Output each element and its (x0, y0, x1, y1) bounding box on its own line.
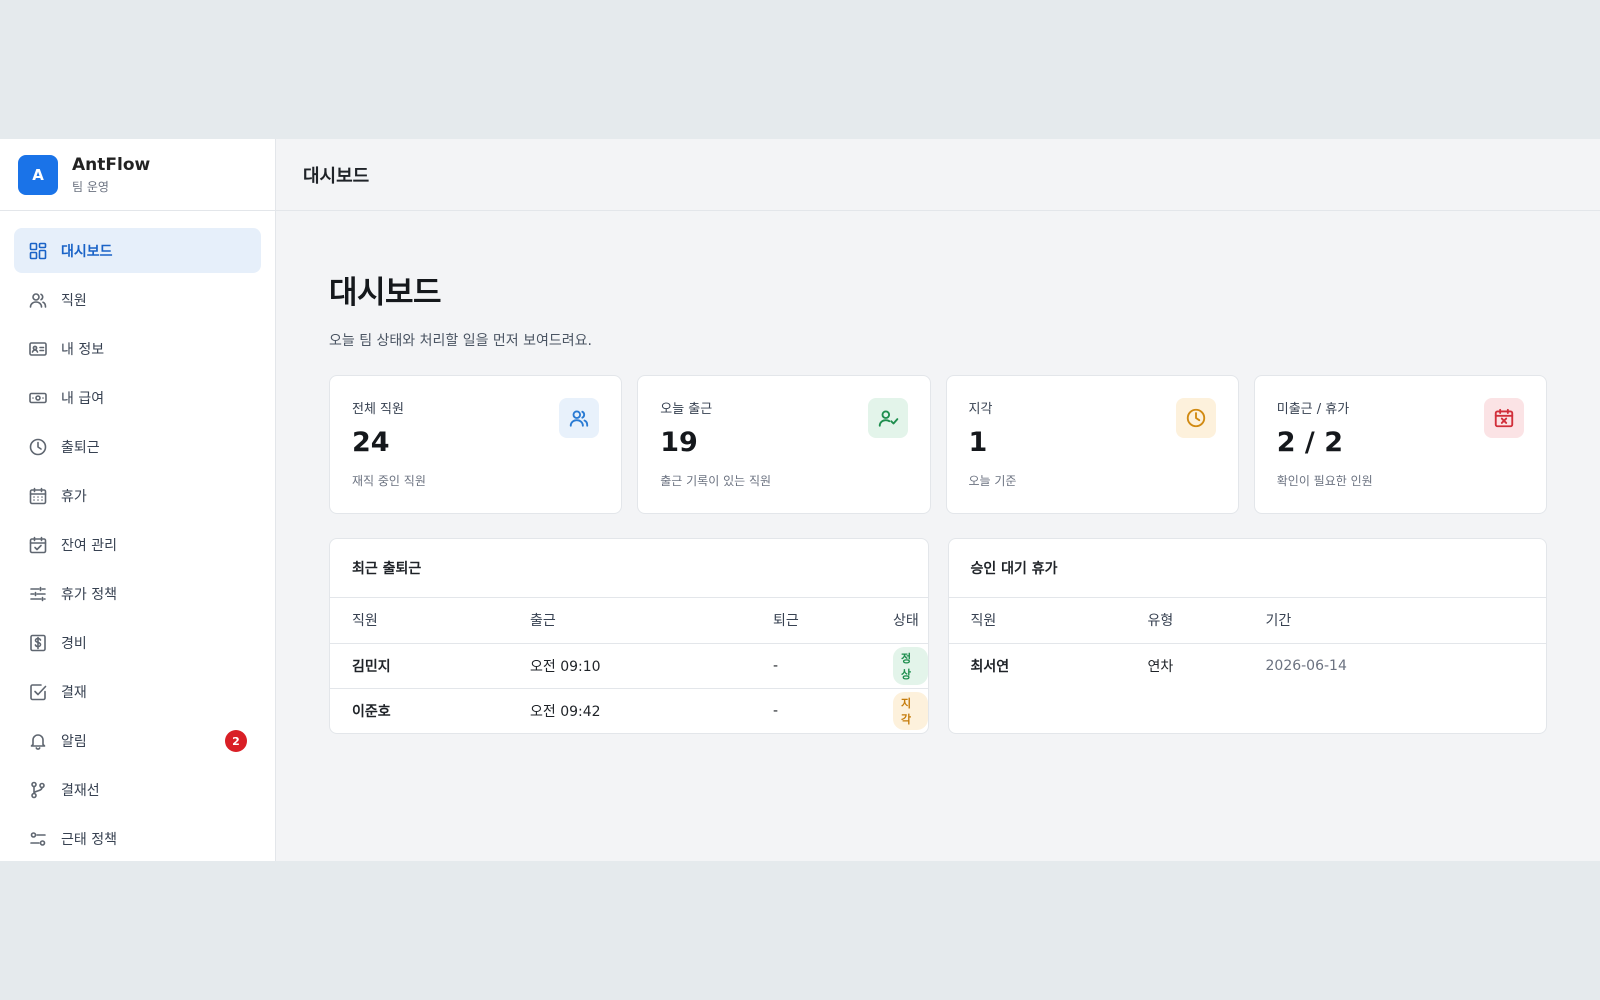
branch-icon (28, 780, 48, 800)
notification-count-badge: 2 (225, 730, 247, 752)
sidebar-item-label: 근태 정책 (61, 831, 117, 848)
stat-card-subtext: 출근 기록이 있는 직원 (660, 474, 772, 488)
dashboard-icon (28, 241, 48, 261)
recent-attendance-table: 직원 출근 퇴근 상태 김민지 오전 09:10 - 정상 이준호 오전 09:… (330, 598, 928, 733)
column-header: 상태 (871, 598, 928, 644)
status-cell: 지각 (871, 688, 928, 733)
brand-subtitle: 팀 운영 (72, 179, 109, 194)
tables-row: 최근 출퇴근 직원 출근 퇴근 상태 김민지 오전 09:10 - 정상 이준호… (329, 538, 1547, 734)
column-header: 퇴근 (751, 598, 871, 644)
pending-leave-table: 직원 유형 기간 최서연 연차 2026-06-14 (948, 598, 1547, 688)
brand-name: AntFlow (72, 154, 151, 175)
dollar-icon (28, 633, 48, 653)
table-row[interactable]: 최서연 연차 2026-06-14 (949, 643, 1547, 688)
table-row[interactable]: 김민지 오전 09:10 - 정상 (330, 643, 928, 689)
sidebar-item-label: 대시보드 (61, 243, 113, 260)
sidebar-item-label: 휴가 (61, 488, 87, 505)
toggle-icon (28, 829, 48, 849)
column-header: 유형 (1125, 598, 1244, 644)
sidebar-item-expense[interactable]: 경비 (14, 620, 261, 665)
clock-in-time: 오전 09:42 (530, 703, 601, 720)
dashboard-content: 대시보드 오늘 팀 상태와 처리할 일을 먼저 보여드려요. 전체 직원 24 … (276, 211, 1600, 734)
leave-period: 2026-06-14 (1265, 657, 1347, 674)
stat-card-subtext: 재직 중인 직원 (352, 474, 426, 488)
sidebar-item-label: 직원 (61, 292, 87, 309)
column-header: 기간 (1243, 598, 1546, 644)
brand-logo: A (18, 154, 58, 195)
sidebar-item-dashboard[interactable]: 대시보드 (14, 228, 261, 273)
topbar-title: 대시보드 (303, 165, 370, 187)
sidebar-item-leave-policy[interactable]: 휴가 정책 (14, 571, 261, 616)
page-description: 오늘 팀 상태와 처리할 일을 먼저 보여드려요. (329, 333, 592, 349)
top-bar: 대시보드 (276, 139, 1600, 211)
sidebar-item-label: 알림 (61, 733, 87, 750)
sidebar-item-label: 내 정보 (61, 341, 105, 358)
status-badge: 지각 (893, 691, 928, 730)
column-header: 출근 (508, 598, 751, 644)
sidebar-item-employees[interactable]: 직원 (14, 277, 261, 322)
check-square-icon (28, 682, 48, 702)
stat-card-subtext: 오늘 기준 (968, 474, 1017, 488)
sidebar-item-label: 출퇴근 (61, 439, 100, 456)
sidebar-item-attendance[interactable]: 출퇴근 (14, 424, 261, 469)
panel-title: 최근 출퇴근 (330, 539, 928, 598)
clock-out-time: - (773, 702, 779, 719)
clock-out-time: - (751, 643, 871, 689)
employee-name: 김민지 (330, 643, 508, 689)
user-check-icon (867, 398, 908, 438)
main-area: 대시보드 대시보드 오늘 팀 상태와 처리할 일을 먼저 보여드려요. 전체 직… (276, 139, 1600, 861)
sidebar-nav: 대시보드 직원 내 정보 내 급여 출퇴근 휴가 잔여 관리 휴가 정책 경비 … (0, 211, 275, 861)
sidebar-item-my-pay[interactable]: 내 급여 (14, 375, 261, 420)
column-header: 직원 (948, 598, 1126, 644)
sidebar-item-label: 결재선 (61, 782, 100, 799)
app-window: A AntFlow 팀 운영 대시보드 직원 내 정보 내 급여 출퇴근 휴가 … (0, 139, 1600, 861)
users-icon (28, 290, 48, 310)
users-icon (559, 398, 600, 438)
sidebar-item-my-info[interactable]: 내 정보 (14, 326, 261, 371)
brand: A AntFlow 팀 운영 (0, 139, 275, 211)
column-header: 직원 (330, 598, 508, 644)
calendar-icon (28, 486, 48, 506)
employee-name: 이준호 (352, 703, 391, 720)
sidebar-item-approval-line[interactable]: 결재선 (14, 767, 261, 812)
sidebar: A AntFlow 팀 운영 대시보드 직원 내 정보 내 급여 출퇴근 휴가 … (0, 139, 276, 861)
stat-card-absent-leave: 미출근 / 휴가 2 / 2 확인이 필요한 인원 (1253, 375, 1547, 514)
status-badge: 정상 (893, 646, 928, 685)
stat-cards: 전체 직원 24 재직 중인 직원 오늘 출근 19 출근 기록이 있는 직원 (329, 375, 1547, 514)
bell-icon (28, 731, 48, 751)
clock-icon (28, 437, 48, 457)
leave-type: 연차 (1147, 658, 1174, 675)
stat-card-subtext: 확인이 필요한 인원 (1276, 474, 1373, 488)
sidebar-item-notifications[interactable]: 알림 2 (14, 718, 261, 763)
clock-in-time: 오전 09:10 (508, 643, 751, 689)
sidebar-item-balance[interactable]: 잔여 관리 (14, 522, 261, 567)
stat-card-total-employees: 전체 직원 24 재직 중인 직원 (329, 375, 623, 514)
pending-leave-panel: 승인 대기 휴가 직원 유형 기간 최서연 연차 2026-06-14 (947, 538, 1547, 734)
stat-card-today-attendance: 오늘 출근 19 출근 기록이 있는 직원 (637, 375, 931, 514)
sidebar-item-label: 휴가 정책 (61, 586, 117, 603)
clock-icon (1175, 398, 1216, 438)
panel-title: 승인 대기 휴가 (948, 539, 1546, 598)
recent-attendance-panel: 최근 출퇴근 직원 출근 퇴근 상태 김민지 오전 09:10 - 정상 이준호… (329, 538, 929, 734)
sidebar-item-label: 잔여 관리 (61, 537, 117, 554)
sidebar-item-label: 내 급여 (61, 390, 105, 407)
sliders-icon (28, 584, 48, 604)
status-cell: 정상 (871, 643, 928, 689)
sidebar-item-approval[interactable]: 결재 (14, 669, 261, 714)
money-icon (28, 388, 48, 408)
sidebar-item-label: 경비 (61, 635, 87, 652)
sidebar-item-attendance-policy[interactable]: 근태 정책 (14, 816, 261, 861)
calendar-check-icon (28, 535, 48, 555)
sidebar-item-leave[interactable]: 휴가 (14, 473, 261, 518)
table-row[interactable]: 이준호 오전 09:42 - 지각 (330, 688, 928, 733)
calendar-x-icon (1484, 398, 1524, 438)
stat-card-late: 지각 1 오늘 기준 (945, 375, 1239, 514)
id-card-icon (28, 339, 48, 359)
page-title: 대시보드 (329, 275, 442, 311)
sidebar-item-label: 결재 (61, 684, 87, 701)
employee-name: 최서연 (970, 658, 1010, 675)
